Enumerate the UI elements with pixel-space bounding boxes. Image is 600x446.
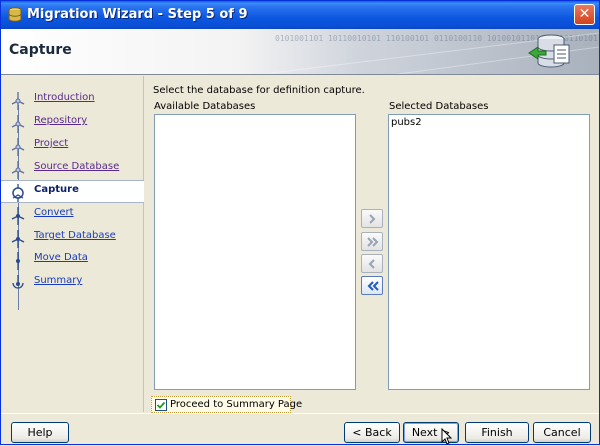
button-bar: Help < Back Next > Finish Cancel xyxy=(1,413,599,445)
step-convert[interactable]: Convert xyxy=(1,204,144,226)
step-move-data[interactable]: Move Data xyxy=(1,249,144,271)
instruction-text: Select the database for definition captu… xyxy=(153,85,365,96)
chevron-left-icon xyxy=(368,259,375,269)
window-title: Migration Wizard - Step 5 of 9 xyxy=(27,7,248,22)
selected-databases-label: Selected Databases xyxy=(389,101,489,112)
database-app-icon xyxy=(8,7,22,22)
selected-databases-list[interactable]: pubs2 xyxy=(388,114,590,390)
page-header: Capture 0101001101 10110010101 110100101… xyxy=(1,29,599,75)
step-project[interactable]: Project xyxy=(1,135,144,157)
step-target-database[interactable]: Target Database xyxy=(1,227,144,249)
step-repository[interactable]: Repository xyxy=(1,112,144,134)
step-end-icon xyxy=(12,275,24,289)
help-button[interactable]: Help xyxy=(11,422,69,443)
step-visited-icon xyxy=(11,161,25,179)
double-chevron-left-icon xyxy=(367,281,379,291)
step-pending-icon xyxy=(11,207,25,225)
title-bar[interactable]: Migration Wizard - Step 5 of 9 ✕ xyxy=(1,1,599,29)
finish-button[interactable]: Finish xyxy=(465,422,529,443)
proceed-to-summary-option[interactable]: Proceed to Summary Page xyxy=(151,396,302,413)
available-databases-label: Available Databases xyxy=(154,101,256,112)
proceed-label[interactable]: Proceed to Summary Page xyxy=(170,399,302,410)
double-chevron-right-icon xyxy=(367,237,379,247)
move-all-right-button[interactable] xyxy=(361,232,383,251)
capture-database-icon xyxy=(528,34,570,68)
step-source-database[interactable]: Source Database xyxy=(1,158,144,180)
back-button[interactable]: < Back xyxy=(344,422,400,443)
migration-wizard-window: Migration Wizard - Step 5 of 9 ✕ Capture… xyxy=(0,0,600,445)
step-label[interactable]: Move Data xyxy=(34,252,88,263)
step-pending-icon xyxy=(11,230,25,248)
page-title: Capture xyxy=(9,42,72,58)
wizard-steps-panel: Introduction Repository Project Source D… xyxy=(1,76,144,412)
step-label[interactable]: Project xyxy=(34,138,68,149)
step-label[interactable]: Summary xyxy=(34,275,82,286)
step-summary[interactable]: Summary xyxy=(1,272,144,294)
cancel-button[interactable]: Cancel xyxy=(533,422,591,443)
chevron-right-icon xyxy=(369,214,376,224)
step-pending-icon xyxy=(16,252,20,270)
step-label[interactable]: Convert xyxy=(34,207,74,218)
step-label[interactable]: Source Database xyxy=(34,161,119,172)
list-item[interactable]: pubs2 xyxy=(391,117,422,128)
move-all-left-button[interactable] xyxy=(361,276,383,295)
available-databases-list[interactable] xyxy=(154,114,356,390)
step-introduction[interactable]: Introduction xyxy=(1,89,144,111)
checkmark-icon xyxy=(156,401,166,409)
mouse-cursor-icon xyxy=(441,428,453,445)
step-visited-icon xyxy=(11,92,25,110)
close-button[interactable]: ✕ xyxy=(574,4,595,25)
proceed-checkbox[interactable] xyxy=(155,399,167,411)
move-left-button[interactable] xyxy=(361,254,383,273)
step-label[interactable]: Repository xyxy=(34,115,87,126)
step-label[interactable]: Target Database xyxy=(34,230,116,241)
step-capture[interactable]: Capture xyxy=(1,180,144,203)
close-icon: ✕ xyxy=(578,6,591,22)
move-right-button[interactable] xyxy=(361,209,383,228)
step-visited-icon xyxy=(11,115,25,133)
step-current-icon xyxy=(12,184,24,202)
step-visited-icon xyxy=(11,138,25,156)
step-label: Capture xyxy=(34,184,79,195)
step-label[interactable]: Introduction xyxy=(34,92,95,103)
